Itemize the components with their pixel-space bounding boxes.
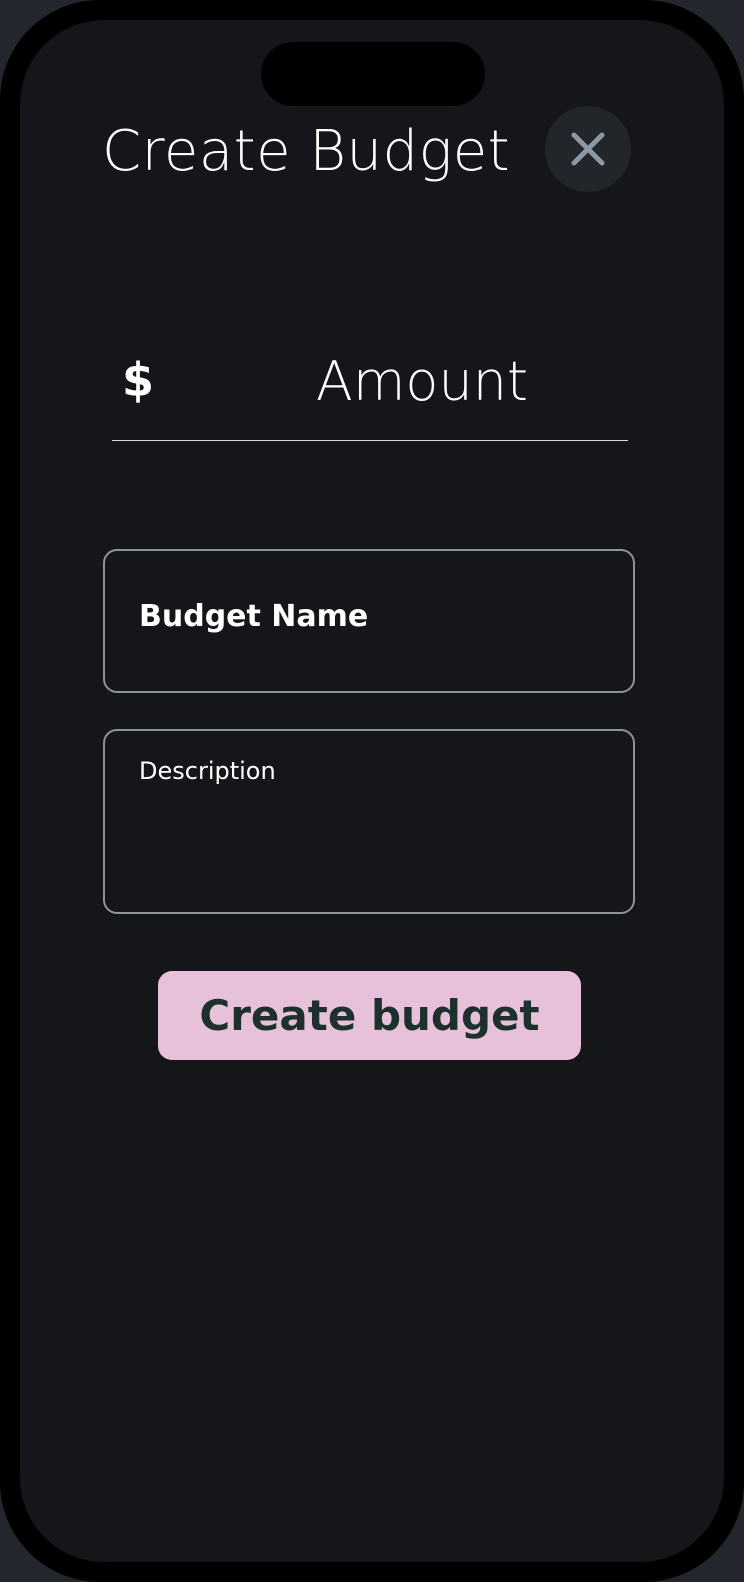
amount-row: $	[112, 330, 628, 441]
phone-frame: Create Budget $ Budget Name Description …	[0, 0, 744, 1582]
close-button[interactable]	[545, 106, 631, 192]
description-field[interactable]: Description	[103, 729, 635, 914]
camera-notch	[261, 42, 485, 106]
description-label: Description	[139, 757, 276, 785]
budget-name-label: Budget Name	[139, 599, 369, 634]
page-title: Create Budget	[102, 119, 511, 184]
close-icon[interactable]	[569, 130, 607, 168]
create-budget-button[interactable]: Create budget	[158, 971, 581, 1060]
create-budget-screen: Create Budget $ Budget Name Description …	[20, 20, 724, 1562]
budget-name-field[interactable]: Budget Name	[103, 549, 635, 693]
amount-input[interactable]	[232, 338, 612, 424]
currency-symbol: $	[122, 353, 155, 407]
